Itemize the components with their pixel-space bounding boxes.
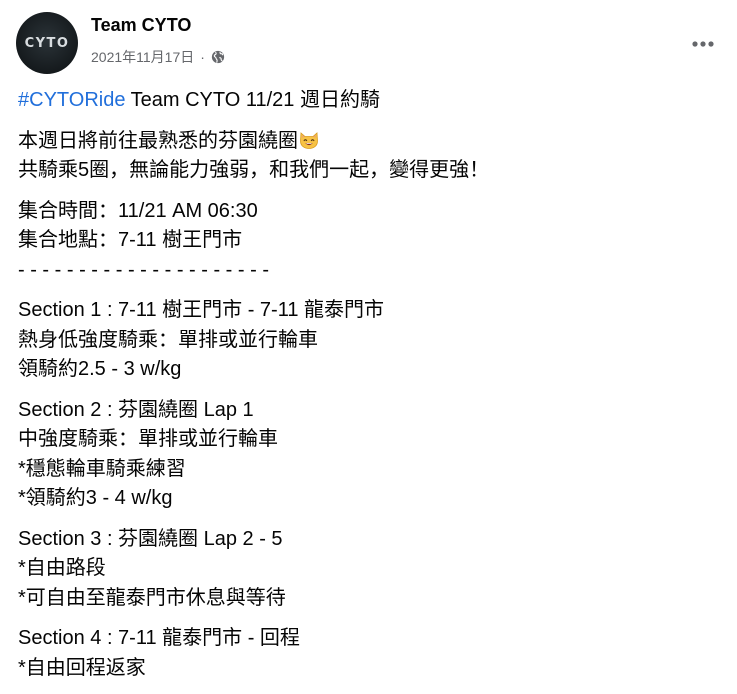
meta-separator: · [200, 49, 205, 65]
section-line: *自由回程返家 [18, 656, 146, 679]
post-title-line: #CYTORide Team CYTO 11/21 週日約騎 [18, 86, 718, 116]
avatar[interactable]: CYTO [16, 12, 78, 74]
divider-line: - - - - - - - - - - - - - - - - - - - - … [18, 258, 269, 281]
post-meta: 2021年11月17日 · [91, 47, 225, 67]
post-header: CYTO Team CYTO 2021年11月17日 · [16, 12, 721, 74]
globe-icon[interactable] [211, 50, 225, 64]
post-body: #CYTORide Team CYTO 11/21 週日約騎 本週日將前往最熟悉… [18, 86, 718, 694]
section-4: Section 4 : 7-11 龍泰門市 - 回程 *自由回程返家 [18, 624, 718, 683]
intro-text-1: 本週日將前往最熟悉的芬園繞圈 [18, 129, 298, 152]
meet-time: 集合時間：11/21 AM 06:30 [18, 199, 258, 222]
section-line: *穩態輪車騎乘練習 [18, 457, 186, 480]
post-date[interactable]: 2021年11月17日 [91, 47, 194, 67]
meetup-paragraph: 集合時間：11/21 AM 06:30 集合地點：7-11 樹王門市 - - -… [18, 197, 718, 286]
section-title: Section 1 : 7-11 樹王門市 - 7-11 龍泰門市 [18, 299, 385, 321]
smiling-cat-face-emoji-icon [299, 130, 319, 150]
post-title-paragraph: #CYTORide Team CYTO 11/21 週日約騎 [18, 86, 718, 116]
section-line: 中強度騎乘：單排或並行輪車 [18, 428, 278, 450]
section-line: *可自由至龍泰門市休息與等待 [18, 586, 286, 609]
intro-line-2: 共騎乘5圈，無論能力強弱，和我們一起，變得更強！ [18, 159, 490, 181]
meet-place: 集合地點：7-11 樹王門市 [18, 229, 243, 251]
intro-line-1: 本週日將前往最熟悉的芬園繞圈 [18, 127, 718, 157]
intro-paragraph: 本週日將前往最熟悉的芬園繞圈 共騎乘5圈，無論能力強弱，和我們一起，變得更強！ [18, 127, 718, 186]
avatar-logo-text: CYTO [24, 35, 70, 51]
more-horizontal-icon [692, 41, 714, 47]
section-line: 熱身低強度騎乘：單排或並行輪車 [18, 328, 318, 351]
section-2: Section 2 : 芬園繞圈 Lap 1 中強度騎乘：單排或並行輪車 *穩態… [18, 396, 718, 514]
section-title: Section 3 : 芬園繞圈 Lap 2 - 5 [18, 527, 283, 550]
section-line: *自由路段 [18, 557, 106, 579]
section-3: Section 3 : 芬園繞圈 Lap 2 - 5 *自由路段 *可自由至龍泰… [18, 525, 718, 614]
page-name[interactable]: Team CYTO [91, 15, 191, 36]
section-line: 領騎約2.5 - 3 w/kg [18, 358, 182, 380]
section-title: Section 2 : 芬園繞圈 Lap 1 [18, 398, 254, 421]
hashtag-link[interactable]: #CYTORide [18, 89, 125, 111]
section-title: Section 4 : 7-11 龍泰門市 - 回程 [18, 627, 300, 649]
section-1: Section 1 : 7-11 樹王門市 - 7-11 龍泰門市 熱身低強度騎… [18, 296, 718, 385]
section-line: *領騎約3 - 4 w/kg [18, 487, 173, 509]
post-title-text: Team CYTO 11/21 週日約騎 [125, 89, 380, 111]
more-options-button[interactable] [685, 26, 721, 62]
